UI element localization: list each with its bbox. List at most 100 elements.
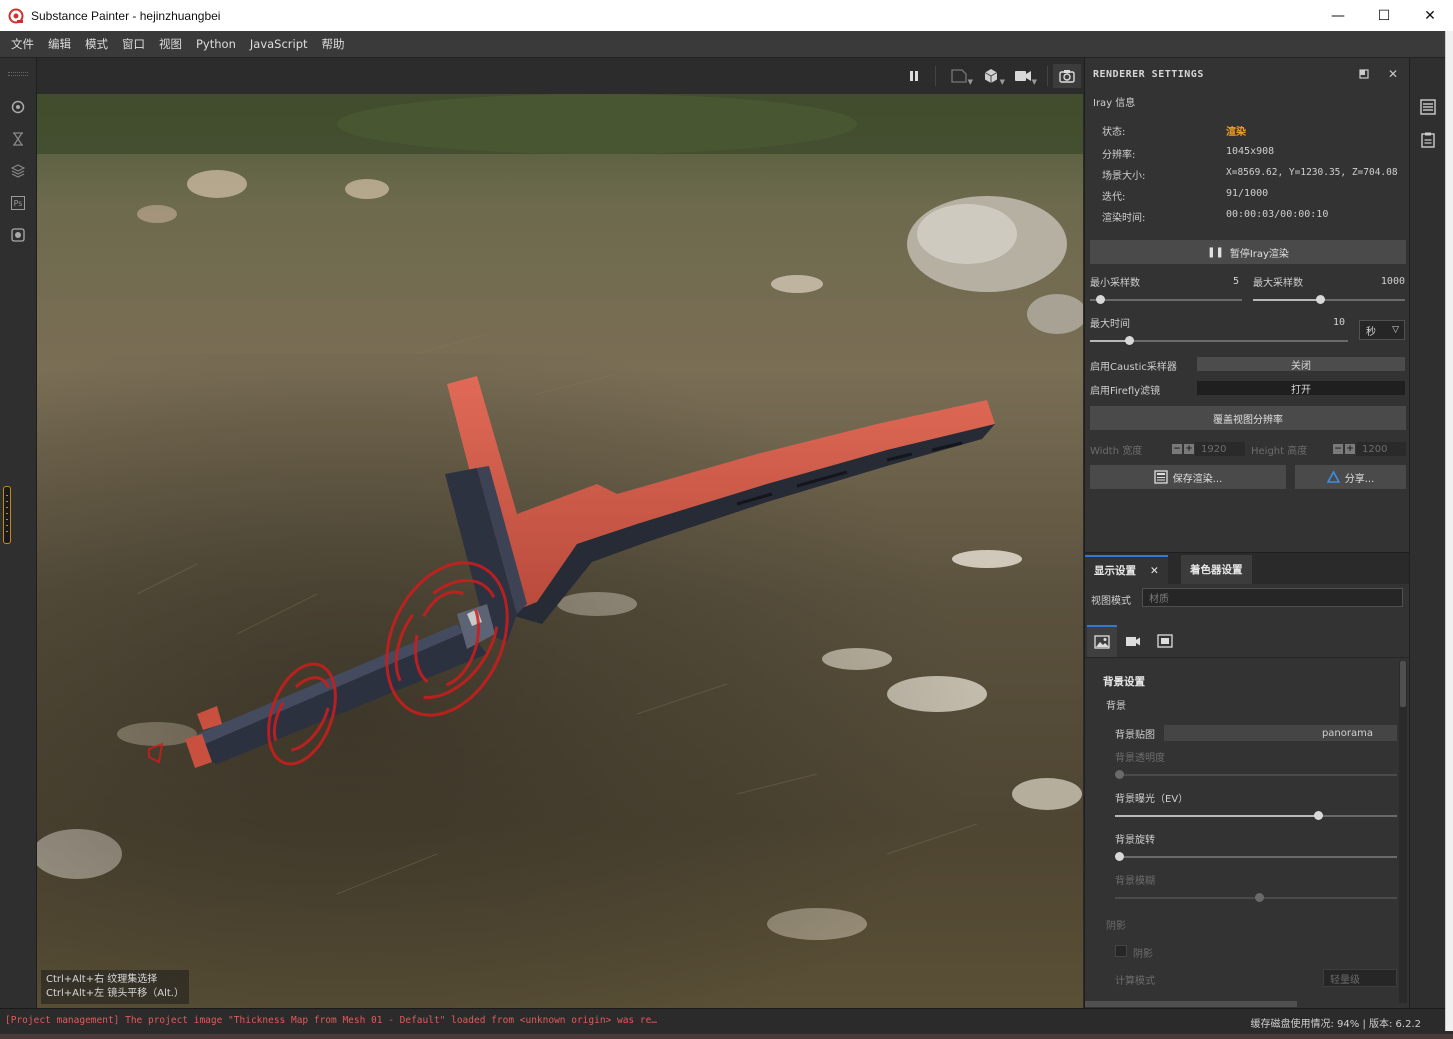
window-edge (1445, 31, 1453, 1031)
camera-frame-icon[interactable]: ▼ (947, 64, 973, 88)
minimize-button[interactable]: — (1315, 0, 1361, 31)
log-message[interactable]: [Project management] The project image "… (5, 1015, 657, 1026)
layers-panel-icon[interactable] (1419, 98, 1437, 116)
shader-ball-icon[interactable] (9, 98, 27, 116)
photoshop-icon[interactable]: Ps (9, 194, 27, 212)
shadow-label: 阴影 (1133, 949, 1153, 960)
layer-stack-icon[interactable] (9, 162, 27, 180)
status-bar: [Project management] The project image "… (0, 1008, 1445, 1034)
render-scene (37, 94, 1083, 1008)
view-mode-label: 视图模式 (1091, 596, 1131, 607)
close-window-button[interactable]: ✕ (1407, 0, 1453, 31)
firefly-toggle[interactable]: 打开 (1197, 381, 1405, 396)
camera-lens-icon[interactable] (9, 226, 27, 244)
iterations-value: 91/1000 (1226, 188, 1269, 199)
display-scrollbar[interactable] (1399, 661, 1407, 1003)
max-samples-value[interactable]: 1000 (1345, 276, 1405, 287)
pause-icon: ❚❚ (1207, 246, 1224, 258)
bg-opacity-label: 背景透明度 (1115, 753, 1165, 764)
increment-width-button[interactable]: + (1184, 444, 1194, 454)
bg-opacity-knob[interactable] (1115, 770, 1124, 779)
screenshot-camera-icon[interactable] (1053, 64, 1081, 88)
share-label: 分享... (1344, 473, 1375, 485)
panel-title: RENDERER SETTINGS (1093, 68, 1204, 80)
min-samples-slider[interactable] (1090, 299, 1242, 301)
renderer-settings-panel: RENDERER SETTINGS ✕ Iray 信息 状态: 渲染 分辨率: … (1084, 58, 1409, 552)
viewport-toolbar: ▼ ▼ ▼ (37, 58, 1083, 94)
max-time-knob[interactable] (1125, 336, 1134, 345)
save-icon (1154, 470, 1168, 484)
time-unit-select[interactable]: 秒 ▽ (1359, 320, 1405, 340)
pause-icon[interactable] (902, 64, 926, 88)
bg-rotation-slider[interactable] (1115, 856, 1397, 858)
hint-line: Ctrl+Alt+右 纹理集选择 (46, 974, 158, 985)
shadow-checkbox[interactable] (1115, 945, 1127, 957)
menu-mode[interactable]: 模式 (78, 36, 115, 52)
display-settings-panel: 显示设置 ✕ 着色器设置 视图模式 材质 背景设置 背景 背景贴图 panora… (1084, 552, 1410, 1008)
menu-window[interactable]: 窗口 (115, 36, 152, 52)
menu-edit[interactable]: 编辑 (41, 36, 78, 52)
close-icon[interactable]: ✕ (1386, 67, 1400, 81)
menu-javascript[interactable]: JavaScript (243, 37, 315, 51)
viewport-frame-icon[interactable] (1150, 625, 1180, 657)
save-render-label: 保存渲染... (1172, 473, 1223, 485)
tab-shader-settings[interactable]: 着色器设置 (1181, 555, 1252, 584)
height-label: Height 高度 (1251, 446, 1308, 457)
cube-icon[interactable]: ▼ (979, 64, 1005, 88)
shortcut-hints: Ctrl+Alt+右 纹理集选择 Ctrl+Alt+左 镜头平移（Alt.） (41, 970, 189, 1004)
hourglass-icon[interactable] (9, 130, 27, 148)
caustic-toggle[interactable]: 关闭 (1197, 357, 1405, 372)
iterations-label: 迭代: (1102, 192, 1126, 203)
max-samples-knob[interactable] (1316, 295, 1325, 304)
bg-exposure-knob[interactable] (1314, 811, 1323, 820)
shadow-group-label: 阴影 (1106, 921, 1126, 932)
bg-blur-knob[interactable] (1255, 893, 1264, 902)
decrement-width-button[interactable]: − (1172, 444, 1182, 454)
bg-map-select[interactable]: panorama (1164, 725, 1397, 741)
share-button[interactable]: 分享... (1295, 465, 1406, 489)
menu-python[interactable]: Python (189, 37, 243, 51)
3d-viewport[interactable]: ▼ ▼ ▼ Ctrl+Alt+右 纹理集选择 Ctrl+Alt+左 镜头平移（A… (37, 58, 1083, 1008)
pause-iray-button[interactable]: ❚❚ 暂停Iray渲染 (1090, 240, 1406, 264)
bg-opacity-slider[interactable] (1115, 774, 1397, 776)
min-samples-knob[interactable] (1096, 295, 1105, 304)
menu-file[interactable]: 文件 (4, 36, 41, 52)
decrement-height-button[interactable]: − (1333, 444, 1343, 454)
scene-size-value: X=8569.62, Y=1230.35, Z=704.08 (1226, 167, 1398, 178)
chevron-down-icon: ▽ (1392, 325, 1399, 335)
background-settings-heading: 背景设置 (1103, 676, 1145, 688)
increment-height-button[interactable]: + (1345, 444, 1355, 454)
bg-map-label: 背景贴图 (1115, 730, 1155, 741)
min-samples-label: 最小采样数 (1090, 278, 1140, 289)
close-icon[interactable]: ✕ (1150, 565, 1159, 577)
bg-rotation-knob[interactable] (1115, 852, 1124, 861)
camera-settings-icon[interactable] (1118, 625, 1148, 657)
tab-display-settings[interactable]: 显示设置 ✕ (1085, 555, 1168, 584)
override-resolution-button[interactable]: 覆盖视图分辨率 (1090, 406, 1406, 430)
bg-rotation-label: 背景旋转 (1115, 835, 1155, 846)
horizontal-scrollbar-thumb[interactable] (1085, 1001, 1297, 1007)
min-samples-value[interactable]: 5 (1195, 276, 1239, 287)
width-input[interactable]: 1920 (1195, 442, 1245, 456)
maximize-button[interactable]: ☐ (1361, 0, 1407, 31)
scrollbar-thumb[interactable] (1400, 661, 1406, 707)
menu-help[interactable]: 帮助 (315, 36, 352, 52)
caustic-label: 启用Caustic采样器 (1090, 362, 1177, 373)
window-title: Substance Painter - hejinzhuangbei (31, 8, 221, 23)
menu-view[interactable]: 视图 (152, 36, 189, 52)
substance-painter-logo-icon (8, 8, 24, 23)
save-render-button[interactable]: 保存渲染... (1090, 465, 1286, 489)
height-input[interactable]: 1200 (1356, 442, 1406, 456)
menu-bar: 文件 编辑 模式 窗口 视图 Python JavaScript 帮助 (0, 31, 1453, 58)
toolbar-grip[interactable] (8, 72, 28, 76)
calc-mode-select[interactable]: 轻量级 (1323, 969, 1397, 987)
view-mode-select[interactable]: 材质 (1142, 588, 1403, 607)
environment-image-icon[interactable] (1087, 625, 1117, 657)
notes-icon[interactable] (1419, 131, 1437, 149)
renderer-panel-header: RENDERER SETTINGS ✕ (1085, 58, 1410, 90)
title-bar: Substance Painter - hejinzhuangbei — ☐ ✕ (0, 0, 1453, 31)
video-camera-icon[interactable]: ▼ (1011, 64, 1037, 88)
panel-resize-handle[interactable] (3, 486, 11, 544)
max-time-value[interactable]: 10 (1285, 317, 1345, 328)
undock-icon[interactable] (1357, 67, 1371, 81)
